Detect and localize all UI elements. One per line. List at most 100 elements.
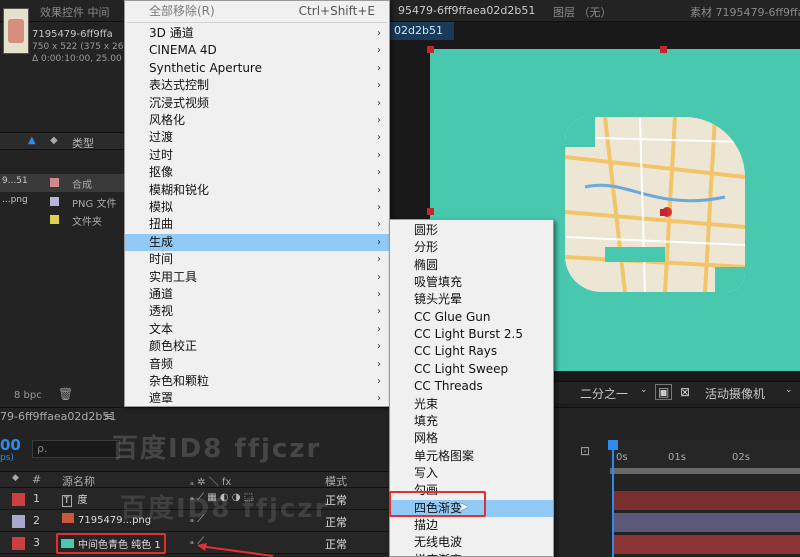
submenu-item[interactable]: 分形 bbox=[390, 239, 553, 256]
submenu-item[interactable]: CC Light Burst 2.5 bbox=[390, 326, 553, 343]
footage-thumbnail bbox=[3, 8, 29, 54]
chevron-down-icon[interactable]: ⌄ bbox=[640, 385, 648, 395]
ruler-tick-label: 02s bbox=[732, 452, 750, 463]
submenu-item[interactable]: 写入 bbox=[390, 465, 553, 482]
layer-color-label[interactable] bbox=[12, 515, 25, 528]
menu-item[interactable]: 过时 › bbox=[125, 147, 389, 164]
viewer-tab[interactable]: 02d2b51 bbox=[390, 22, 454, 40]
chevron-right-icon: › bbox=[377, 45, 381, 57]
project-duration: Δ 0:00:10:00, 25.00 fps bbox=[32, 54, 139, 64]
project-item[interactable]: 9...51 合成 bbox=[0, 174, 124, 192]
chevron-right-icon: › bbox=[377, 219, 381, 231]
effect-controls-tab[interactable]: 效果控件 中间 bbox=[40, 4, 110, 20]
menu-item[interactable]: 实用工具 › bbox=[125, 269, 389, 286]
menu-item[interactable]: 文本 › bbox=[125, 321, 389, 338]
current-time[interactable]: 00 bbox=[0, 436, 21, 454]
layer-color-label[interactable] bbox=[12, 537, 25, 550]
submenu-item[interactable]: 填充 bbox=[390, 413, 553, 430]
chevron-right-icon: › bbox=[377, 376, 381, 387]
anchor-point-icon[interactable] bbox=[660, 209, 667, 216]
menu-item[interactable]: 过渡 › bbox=[125, 129, 389, 146]
comp-id-tab[interactable]: 95479-6ff9ffaea02d2b51 bbox=[398, 4, 535, 17]
ruler-tick-label: 01s bbox=[668, 452, 686, 463]
menu-item[interactable]: 时间 › bbox=[125, 251, 389, 268]
menu-item[interactable]: 透视 › bbox=[125, 303, 389, 320]
submenu-item[interactable]: 描边 bbox=[390, 517, 553, 534]
timeline-search-input[interactable]: ρ. bbox=[32, 440, 120, 458]
menu-item[interactable]: 模拟 › bbox=[125, 199, 389, 216]
blend-mode-select[interactable]: 正常 bbox=[325, 536, 347, 552]
submenu-item[interactable]: 单元格图案 bbox=[390, 448, 553, 465]
playhead-icon[interactable] bbox=[608, 440, 618, 450]
project-file-name: 7195479-6ff9ffa bbox=[32, 29, 113, 40]
submenu-item[interactable]: 梯度渐变 bbox=[390, 552, 553, 556]
transform-handle[interactable] bbox=[427, 208, 434, 215]
submenu-item[interactable]: 吸管填充 bbox=[390, 274, 553, 291]
submenu-item[interactable]: CC Light Sweep bbox=[390, 361, 553, 378]
menu-item[interactable]: 遮罩 › bbox=[125, 390, 389, 407]
label-swatch bbox=[50, 215, 59, 224]
bpc-button[interactable]: 8 bpc bbox=[14, 390, 42, 401]
project-column-header: ▲ ◆ 类型 bbox=[0, 132, 124, 150]
graph-editor-icon[interactable]: ⊡ bbox=[580, 444, 590, 458]
menu-item[interactable]: 生成 › bbox=[125, 233, 389, 252]
submenu-item[interactable]: 椭圆 bbox=[390, 257, 553, 274]
current-time-indicator[interactable] bbox=[612, 440, 614, 557]
time-ruler[interactable]: 0s 01s 02s bbox=[610, 440, 800, 468]
chevron-right-icon: › bbox=[377, 341, 381, 353]
layer-tab[interactable]: 图层 （无） bbox=[553, 4, 612, 20]
menu-item[interactable]: 通道 › bbox=[125, 286, 389, 303]
submenu-item[interactable]: 网格 bbox=[390, 430, 553, 447]
project-item[interactable]: 文件夹 bbox=[0, 211, 124, 229]
menu-item[interactable]: 风格化 › bbox=[125, 112, 389, 129]
menu-item[interactable]: 3D 通道 › bbox=[125, 25, 389, 42]
trash-icon[interactable]: 🗑 bbox=[58, 387, 73, 401]
chevron-down-icon[interactable]: ⌄ bbox=[785, 385, 793, 395]
menu-item[interactable]: 模糊和锐化 › bbox=[125, 182, 389, 199]
switches-header: ₐ ✲ ＼ fx bbox=[190, 477, 232, 488]
camera-select[interactable]: 活动摄像机 bbox=[705, 385, 765, 402]
chevron-right-icon: › bbox=[377, 358, 381, 370]
submenu-item[interactable]: CC Threads bbox=[390, 378, 553, 395]
grid-icon[interactable]: ⊠ bbox=[680, 385, 690, 399]
menu-item[interactable]: 沉浸式视频 › bbox=[125, 95, 389, 112]
menu-item[interactable]: 抠像 › bbox=[125, 164, 389, 181]
transform-handle[interactable] bbox=[427, 46, 434, 53]
col-source-name[interactable]: 源名称 bbox=[62, 473, 95, 489]
submenu-item[interactable]: CC Glue Gun bbox=[390, 309, 553, 326]
submenu-item[interactable]: 光束 bbox=[390, 396, 553, 413]
timeline-tab[interactable]: 79-6ff9ffaea02d2b51 bbox=[0, 410, 116, 423]
region-icon[interactable]: ▣ bbox=[655, 384, 673, 400]
menu-item[interactable]: 表达式控制 › bbox=[125, 77, 389, 94]
menu-item[interactable]: CINEMA 4D › bbox=[125, 42, 389, 59]
layer-bar[interactable] bbox=[612, 513, 800, 532]
layer-color-label[interactable] bbox=[12, 493, 25, 506]
submenu-item[interactable]: CC Light Rays bbox=[390, 343, 553, 360]
type-header[interactable]: 类型 bbox=[72, 135, 94, 151]
menu-item[interactable]: 杂色和颗粒 › bbox=[125, 373, 389, 390]
menu-item[interactable]: 扭曲 › bbox=[125, 216, 389, 233]
submenu-item[interactable]: 圆形 bbox=[390, 222, 553, 239]
layer-name: T度 bbox=[62, 495, 88, 507]
menu-item[interactable]: Synthetic Aperture › bbox=[125, 60, 389, 77]
layer-bar[interactable] bbox=[612, 535, 800, 554]
menu-item[interactable]: 音频 › bbox=[125, 356, 389, 373]
work-area-bar[interactable] bbox=[610, 468, 800, 474]
resolution-select[interactable]: 二分之一 bbox=[580, 385, 628, 402]
annotation-box bbox=[389, 491, 486, 517]
fps-readout: ps) bbox=[0, 453, 14, 463]
footage-tab[interactable]: 素材 7195479-6ff9ffa bbox=[690, 4, 800, 20]
submenu-item[interactable]: 镜头光晕 bbox=[390, 291, 553, 308]
project-item[interactable]: ...png PNG 文件 bbox=[0, 193, 124, 211]
transform-handle[interactable] bbox=[660, 46, 667, 53]
top-tab-bar: 效果控件 中间 95479-6ff9ffaea02d2b51 图层 （无） 素材… bbox=[0, 0, 800, 22]
menu-icon[interactable]: ≡ bbox=[104, 410, 113, 423]
layer-bar[interactable] bbox=[612, 491, 800, 510]
col-mode[interactable]: 模式 bbox=[325, 473, 347, 489]
watermark: 百度ID8 ffjczr bbox=[112, 434, 322, 464]
menu-item[interactable]: 颜色校正 › bbox=[125, 338, 389, 355]
sort-arrow-icon[interactable]: ▲ bbox=[28, 135, 36, 146]
watermark: 百度ID8 ffjczr bbox=[120, 494, 330, 524]
submenu-item[interactable]: 无线电波 bbox=[390, 534, 553, 551]
menu-item-remove-all[interactable]: 全部移除(R) Ctrl+Shift+E bbox=[125, 3, 389, 20]
